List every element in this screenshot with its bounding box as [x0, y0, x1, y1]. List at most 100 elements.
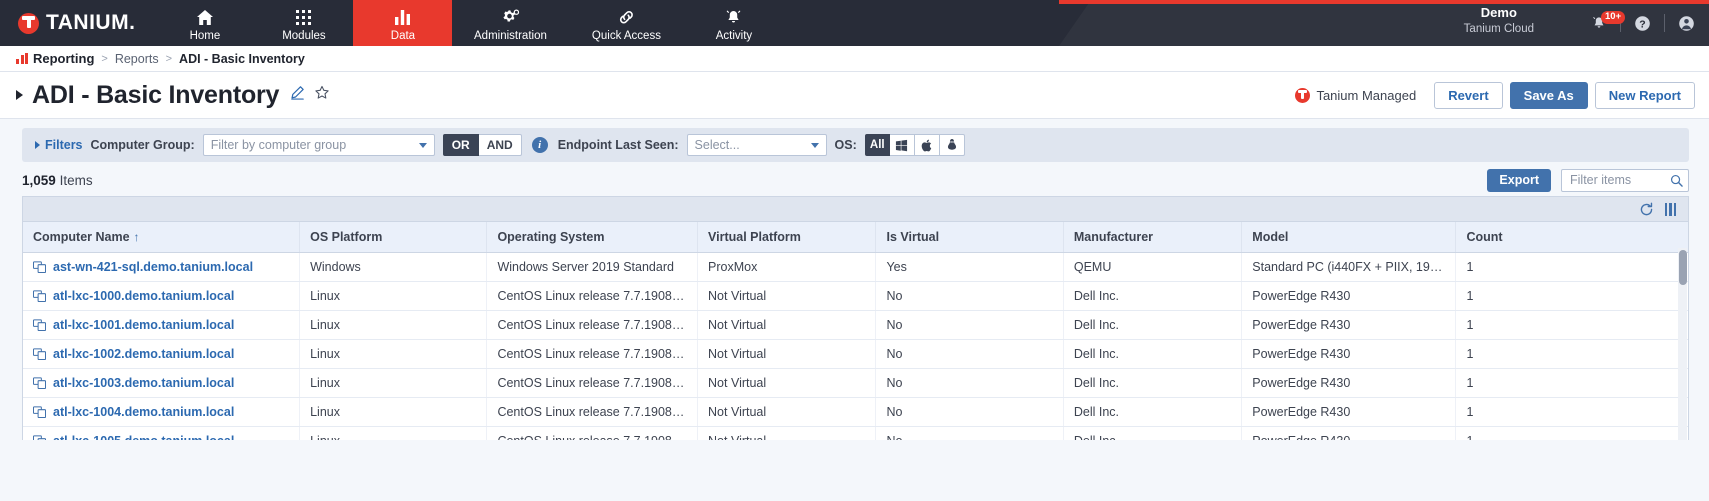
- computer-name-link[interactable]: atl-lxc-1001.demo.tanium.local: [53, 318, 234, 332]
- nav-item-administration[interactable]: Administration: [452, 0, 568, 46]
- nav-item-home[interactable]: Home: [155, 0, 254, 46]
- computer-name-link[interactable]: ast-wn-421-sql.demo.tanium.local: [53, 260, 253, 274]
- cell-count: 1: [1455, 252, 1688, 282]
- computer-name-link[interactable]: atl-lxc-1004.demo.tanium.local: [53, 405, 234, 419]
- new-report-button[interactable]: New Report: [1594, 81, 1695, 109]
- endpoint-last-seen-value: Select...: [694, 138, 740, 152]
- table-scrollbar-thumb[interactable]: [1679, 250, 1687, 285]
- cell-is-virtual: No: [875, 397, 1064, 427]
- account-info[interactable]: Demo Tanium Cloud: [1464, 4, 1534, 37]
- cell-virtual-platform: ProxMox: [697, 252, 877, 282]
- cell-operating-system: CentOS Linux release 7.7.1908 (Core): [486, 281, 699, 311]
- cell-os-platform: Linux: [299, 339, 488, 369]
- logic-and-button[interactable]: AND: [478, 134, 522, 156]
- filter-items-search[interactable]: Filter items: [1561, 168, 1689, 192]
- cell-operating-system: CentOS Linux release 7.7.1908 (Core): [486, 397, 699, 427]
- endpoint-icon: [33, 261, 46, 273]
- cell-computer-name: atl-lxc-1003.demo.tanium.local: [23, 368, 301, 398]
- cell-virtual-platform: Not Virtual: [697, 368, 877, 398]
- cell-count: 1: [1455, 310, 1688, 340]
- cell-virtual-platform: Not Virtual: [697, 339, 877, 369]
- column-header-count[interactable]: Count: [1455, 222, 1688, 253]
- computer-name-link[interactable]: atl-lxc-1003.demo.tanium.local: [53, 376, 234, 390]
- logic-or-button[interactable]: OR: [442, 134, 479, 156]
- cell-manufacturer: Dell Inc.: [1063, 397, 1243, 427]
- user-account-button[interactable]: [1678, 15, 1695, 32]
- os-filter-windows[interactable]: [889, 134, 915, 156]
- refresh-button[interactable]: [1639, 202, 1654, 217]
- computer-name-cell-content: atl-lxc-1000.demo.tanium.local: [33, 289, 289, 303]
- table-row[interactable]: atl-lxc-1002.demo.tanium.local Linux CentO…: [23, 339, 1688, 369]
- os-filter-linux[interactable]: [939, 134, 965, 156]
- computer-group-select[interactable]: Filter by computer group: [202, 134, 435, 156]
- tanium-logo-icon: [18, 12, 39, 34]
- breadcrumb-item-reports[interactable]: Reports: [115, 52, 159, 66]
- nav-item-activity[interactable]: Activity: [684, 0, 783, 46]
- filters-toggle-label: Filters: [45, 138, 83, 152]
- column-header-manufacturer[interactable]: Manufacturer: [1063, 222, 1243, 253]
- table-row[interactable]: atl-lxc-1000.demo.tanium.local Linux CentO…: [23, 281, 1688, 311]
- chevron-down-icon: [418, 142, 427, 148]
- help-button[interactable]: ?: [1634, 15, 1651, 32]
- grid-icon: [295, 8, 312, 27]
- notifications-button[interactable]: 10+: [1591, 11, 1626, 31]
- os-filter-all[interactable]: All: [864, 134, 890, 156]
- results-table-container: Computer Name ↑ OS Platform Operating Sys…: [22, 196, 1689, 440]
- column-header-operating-system[interactable]: Operating System: [486, 222, 699, 253]
- computer-name-cell-content: atl-lxc-1004.demo.tanium.local: [33, 405, 289, 419]
- info-icon[interactable]: i: [531, 137, 548, 153]
- computer-name-link[interactable]: atl-lxc-1005.demo.tanium.local: [53, 434, 234, 440]
- edit-title-button[interactable]: [290, 85, 305, 105]
- nav-item-data[interactable]: Data: [353, 0, 453, 46]
- column-settings-button[interactable]: [1664, 202, 1676, 216]
- tanium-managed-icon: [1295, 87, 1311, 103]
- column-header-model[interactable]: Model: [1241, 222, 1457, 253]
- endpoint-last-seen-select[interactable]: Select...: [686, 134, 827, 156]
- filters-toggle[interactable]: Filters: [32, 138, 83, 152]
- tanium-logo[interactable]: TANIUM.: [0, 0, 155, 46]
- cell-computer-name: atl-lxc-1005.demo.tanium.local: [23, 426, 301, 440]
- column-header-os-platform[interactable]: OS Platform: [299, 222, 488, 253]
- computer-name-link[interactable]: atl-lxc-1002.demo.tanium.local: [53, 347, 234, 361]
- computer-name-link[interactable]: atl-lxc-1000.demo.tanium.local: [53, 289, 234, 303]
- os-filter-group: All: [864, 134, 965, 156]
- table-header-row: Computer Name ↑ OS Platform Operating Sys…: [23, 222, 1688, 253]
- cell-model: Standard PC (i440FX + PIIX, 1996): [1241, 252, 1457, 282]
- column-header-is-virtual[interactable]: Is Virtual: [875, 222, 1064, 253]
- link-icon: [617, 8, 636, 27]
- nav-item-modules[interactable]: Modules: [254, 0, 353, 46]
- table-body: ast-wn-421-sql.demo.tanium.local Windows W…: [23, 252, 1688, 440]
- column-header-virtual-platform[interactable]: Virtual Platform: [697, 222, 877, 253]
- expand-report-toggle[interactable]: [16, 90, 23, 100]
- filter-items-placeholder: Filter items: [1570, 173, 1632, 187]
- table-row[interactable]: atl-lxc-1005.demo.tanium.local LinuxCentO…: [23, 426, 1688, 440]
- table-row[interactable]: atl-lxc-1001.demo.tanium.local Linux CentO…: [23, 310, 1688, 340]
- reporting-bars-icon: [16, 53, 28, 64]
- cell-count: 1: [1455, 397, 1688, 427]
- table-row[interactable]: atl-lxc-1003.demo.tanium.local Linux CentO…: [23, 368, 1688, 398]
- favorite-button[interactable]: [314, 85, 330, 106]
- filter-bar: Filters Computer Group: Filter by comput…: [22, 128, 1689, 162]
- computer-name-cell-content: atl-lxc-1005.demo.tanium.local: [33, 434, 289, 440]
- column-header-computer-name[interactable]: Computer Name ↑: [23, 222, 301, 253]
- help-icon: ?: [1635, 15, 1650, 31]
- revert-button[interactable]: Revert: [1434, 81, 1503, 109]
- breadcrumb-app[interactable]: Reporting: [16, 51, 94, 66]
- cell-manufacturer: Dell Inc.: [1063, 339, 1243, 369]
- cell-manufacturer: Dell Inc.: [1063, 310, 1243, 340]
- cell-is-virtual: No: [875, 339, 1064, 369]
- account-name: Demo: [1480, 5, 1517, 20]
- cell-manufacturer: Dell Inc.: [1063, 368, 1243, 398]
- save-as-button[interactable]: Save As: [1509, 81, 1588, 109]
- table-row[interactable]: atl-lxc-1004.demo.tanium.local Linux CentO…: [23, 397, 1688, 427]
- export-button[interactable]: Export: [1487, 168, 1551, 192]
- table-row[interactable]: ast-wn-421-sql.demo.tanium.local Windows W…: [23, 252, 1688, 282]
- os-filter-macos[interactable]: [914, 134, 940, 156]
- nav-label-activity: Activity: [715, 29, 753, 42]
- breadcrumb-item-current: ADI - Basic Inventory: [179, 51, 305, 66]
- endpoint-icon: [33, 377, 46, 389]
- tanium-managed-label: Tanium Managed: [1316, 87, 1417, 103]
- home-icon: [196, 8, 214, 27]
- cell-count: 1: [1455, 426, 1688, 440]
- nav-item-quick-access[interactable]: Quick Access: [568, 0, 684, 46]
